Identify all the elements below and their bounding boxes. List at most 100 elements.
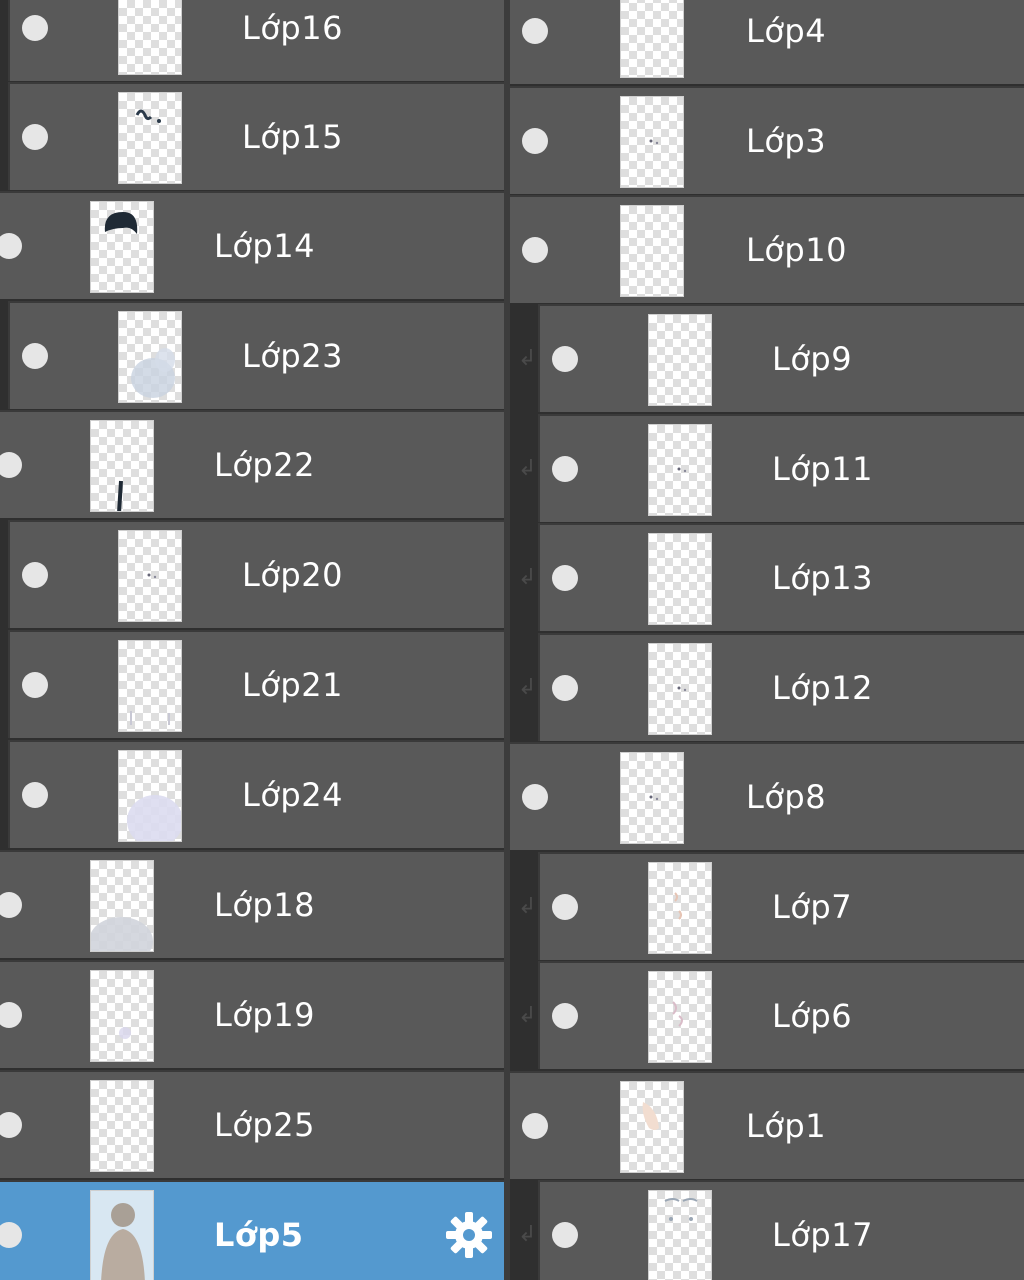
layer-row[interactable]: Lớp11 ↲	[518, 414, 1024, 522]
layer-name: Lớp19	[214, 996, 315, 1034]
eye-icon[interactable]	[552, 456, 578, 482]
layer-thumbnail	[118, 0, 182, 75]
clipping-arrow-icon: ↲	[518, 1003, 537, 1028]
layer-row[interactable]: Lớp9 ↲	[518, 304, 1024, 412]
layer-thumbnail	[620, 96, 684, 188]
layer-thumbnail	[648, 424, 712, 516]
eye-icon[interactable]	[0, 452, 22, 478]
eye-icon[interactable]	[0, 1222, 22, 1248]
layer-row[interactable]: Lớp15	[8, 82, 504, 190]
layer-name: Lớp4	[746, 12, 827, 50]
layer-thumbnail	[118, 311, 182, 403]
layer-row[interactable]: Lớp7 ↲	[518, 852, 1024, 960]
eye-icon[interactable]	[522, 1113, 548, 1139]
layer-thumbnail	[648, 643, 712, 735]
eye-icon[interactable]	[22, 124, 48, 150]
layer-name: Lớp13	[772, 559, 873, 597]
layer-thumbnail	[648, 533, 712, 625]
eye-icon[interactable]	[22, 343, 48, 369]
layer-thumbnail	[90, 420, 154, 512]
layer-row[interactable]: Lớp20	[8, 520, 504, 628]
layer-thumbnail	[90, 1080, 154, 1172]
layer-row[interactable]: Lớp18	[0, 850, 504, 958]
clipping-arrow-icon: ↲	[518, 675, 537, 700]
clipping-arrow-icon: ↲	[518, 894, 537, 919]
eye-icon[interactable]	[552, 565, 578, 591]
eye-icon[interactable]	[22, 562, 48, 588]
eye-icon[interactable]	[0, 1112, 22, 1138]
eye-icon[interactable]	[0, 1002, 22, 1028]
clipping-arrow-icon: ↲	[518, 456, 537, 481]
layer-list-left-column: Lớp16 Lớp15 Lớp14 Lớp23 Lớp22 Lớp20 Lớp21 Lớp24…	[0, 0, 504, 1280]
eye-icon[interactable]	[22, 782, 48, 808]
eye-icon[interactable]	[552, 346, 578, 372]
layer-thumbnail	[620, 752, 684, 844]
eye-icon[interactable]	[522, 18, 548, 44]
clipping-arrow-icon: ↲	[518, 565, 537, 590]
layer-name: Lớp5	[214, 1216, 304, 1254]
layer-name: Lớp24	[242, 776, 343, 814]
layer-thumbnail	[90, 970, 154, 1062]
layer-thumbnail	[620, 1081, 684, 1173]
eye-icon[interactable]	[22, 672, 48, 698]
layer-name: Lớp1	[746, 1107, 827, 1145]
layer-row[interactable]: Lớp4	[510, 0, 1024, 84]
layer-name: Lớp11	[772, 450, 873, 488]
eye-icon[interactable]	[552, 1222, 578, 1248]
eye-icon[interactable]	[552, 675, 578, 701]
layer-name: Lớp25	[214, 1106, 315, 1144]
layer-row[interactable]: Lớp14	[0, 191, 504, 299]
eye-icon[interactable]	[522, 237, 548, 263]
layer-row[interactable]: Lớp6 ↲	[518, 961, 1024, 1069]
layer-name: Lớp16	[242, 9, 343, 47]
eye-icon[interactable]	[552, 1003, 578, 1029]
layer-row[interactable]: Lớp16	[8, 0, 504, 81]
layer-row[interactable]: Lớp3	[510, 86, 1024, 194]
layer-name: Lớp10	[746, 231, 847, 269]
eye-icon[interactable]	[522, 128, 548, 154]
eye-icon[interactable]	[552, 894, 578, 920]
layer-thumbnail	[648, 862, 712, 954]
layer-name: Lớp7	[772, 888, 853, 926]
layer-row[interactable]: Lớp25	[0, 1070, 504, 1178]
layer-row[interactable]: Lớp10	[510, 195, 1024, 303]
layer-name: Lớp22	[214, 446, 315, 484]
layer-name: Lớp15	[242, 118, 343, 156]
layer-row[interactable]: Lớp5	[0, 1180, 504, 1280]
layer-thumbnail	[620, 0, 684, 78]
layer-name: Lớp12	[772, 669, 873, 707]
layer-thumbnail	[90, 201, 154, 293]
eye-icon[interactable]	[0, 233, 22, 259]
layer-row[interactable]: Lớp19	[0, 960, 504, 1068]
layer-row[interactable]: Lớp17 ↲	[518, 1180, 1024, 1280]
layer-name: Lớp9	[772, 340, 853, 378]
eye-icon[interactable]	[522, 784, 548, 810]
layer-name: Lớp8	[746, 778, 827, 816]
layer-thumbnail	[90, 860, 154, 952]
eye-icon[interactable]	[0, 892, 22, 918]
layer-row[interactable]: Lớp24	[8, 740, 504, 848]
layer-name: Lớp18	[214, 886, 315, 924]
layer-name: Lớp3	[746, 122, 827, 160]
layer-name: Lớp20	[242, 556, 343, 594]
clipping-arrow-icon: ↲	[518, 346, 537, 371]
layer-row[interactable]: Lớp1	[510, 1071, 1024, 1179]
layer-row[interactable]: Lớp23	[8, 301, 504, 409]
layer-name: Lớp6	[772, 997, 853, 1035]
layer-thumbnail	[648, 971, 712, 1063]
layer-row[interactable]: Lớp8	[510, 742, 1024, 850]
layer-row[interactable]: Lớp13 ↲	[518, 523, 1024, 631]
layer-thumbnail	[90, 1190, 154, 1280]
layer-thumbnail	[620, 205, 684, 297]
gear-icon[interactable]	[444, 1210, 494, 1260]
clipping-arrow-icon: ↲	[518, 1222, 537, 1247]
layer-thumbnail	[118, 750, 182, 842]
layer-row[interactable]: Lớp21	[8, 630, 504, 738]
layer-thumbnail	[118, 92, 182, 184]
layer-row[interactable]: Lớp12 ↲	[518, 633, 1024, 741]
layer-name: Lớp17	[772, 1216, 873, 1254]
layer-list-right-column: Lớp4 Lớp3 Lớp10 Lớp9 ↲ Lớp11 ↲ Lớp13 ↲ Lớp12 ↲ Lớp8…	[510, 0, 1024, 1280]
eye-icon[interactable]	[22, 15, 48, 41]
layer-row[interactable]: Lớp22	[0, 410, 504, 518]
layer-thumbnail	[648, 1190, 712, 1280]
